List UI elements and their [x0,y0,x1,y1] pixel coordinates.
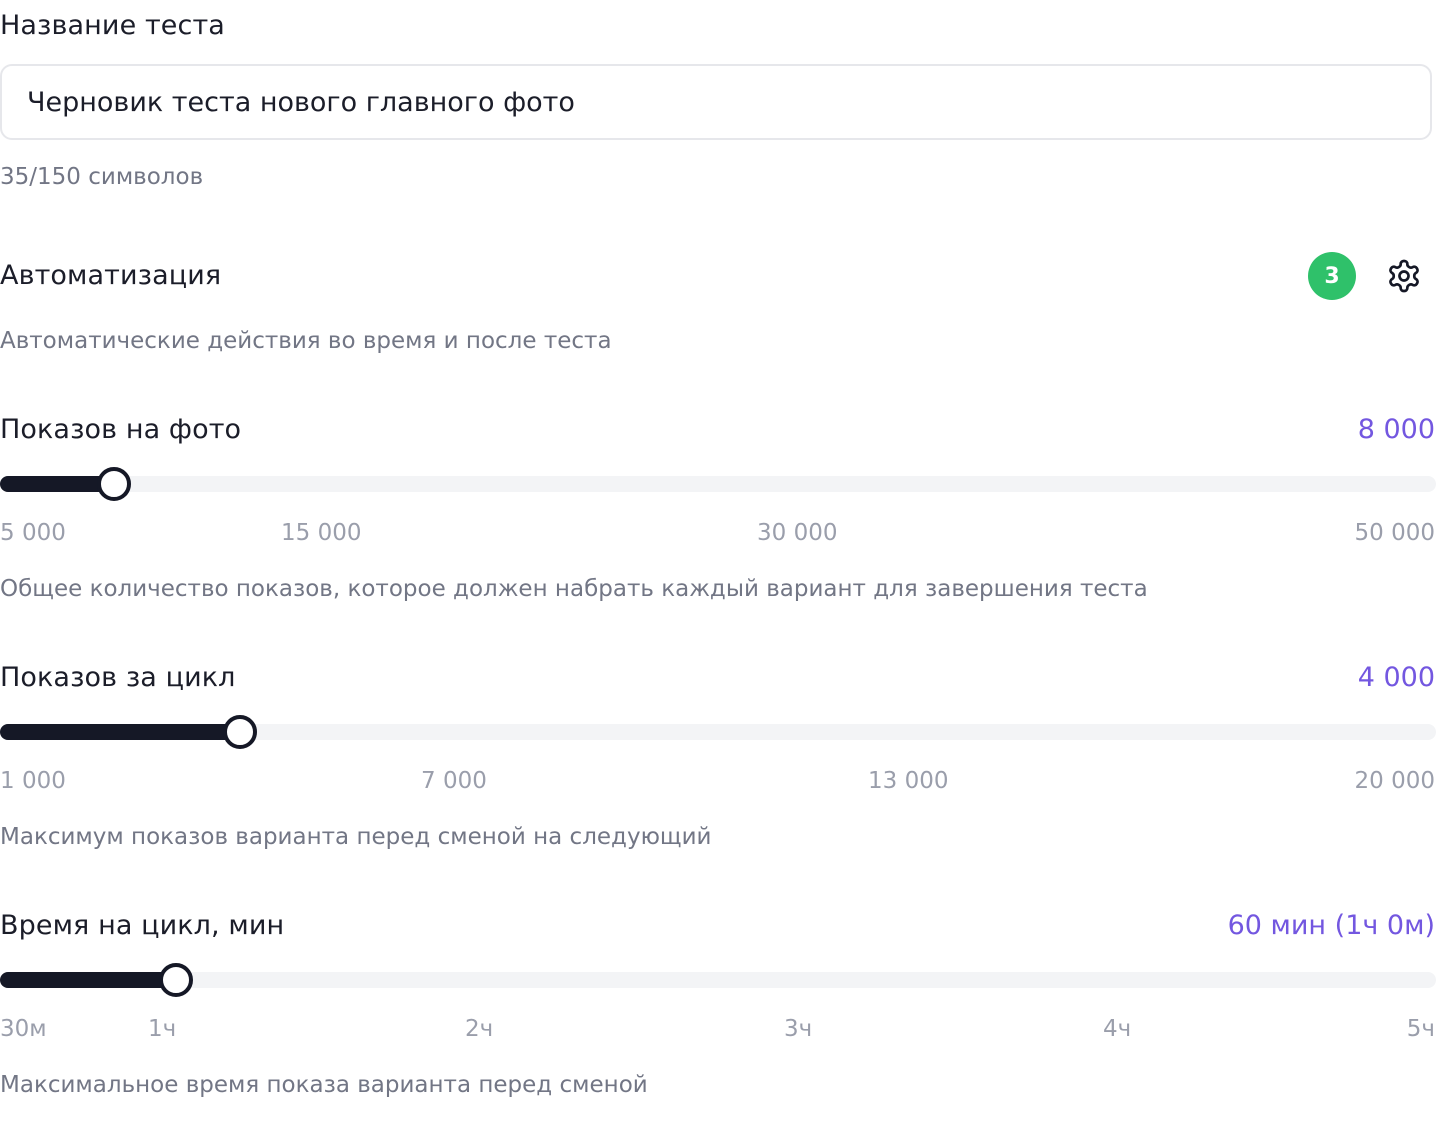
tick-label: 13 000 [868,768,949,794]
automation-title: Автоматизация [0,260,222,291]
test-name-label: Название теста [0,10,225,41]
tick-label: 3ч [784,1016,813,1042]
slider-impressions-per-photo-value: 8 000 [1357,414,1435,445]
slider-time-per-cycle-value: 60 мин (1ч 0м) [1227,910,1435,941]
tick-label: 4ч [1103,1016,1132,1042]
tick-label: 5 000 [0,520,66,546]
slider-impressions-per-photo-label: Показов на фото [0,414,242,445]
tick-label: 15 000 [281,520,362,546]
tick-label: 30 000 [757,520,838,546]
slider-impressions-per-cycle-value: 4 000 [1357,662,1435,693]
automation-count-badge: 3 [1308,252,1356,300]
tick-label: 50 000 [1354,520,1435,546]
slider-impressions-per-photo-description: Общее количество показов, которое должен… [0,576,1148,602]
slider-time-per-cycle-label: Время на цикл, мин [0,910,285,941]
slider-impressions-per-cycle-description: Максимум показов варианта перед сменой н… [0,824,712,850]
tick-label: 20 000 [1354,768,1435,794]
tick-label: 30м [0,1016,47,1042]
tick-label: 1 000 [0,768,66,794]
slider-impressions-per-cycle-label: Показов за цикл [0,662,236,693]
slider-impressions-per-cycle-fill [0,724,240,740]
slider-impressions-per-cycle-thumb[interactable] [223,715,257,749]
slider-time-per-cycle-thumb[interactable] [159,963,193,997]
tick-label: 2ч [465,1016,494,1042]
tick-label: 7 000 [421,768,487,794]
slider-time-per-cycle-description: Максимальное время показа варианта перед… [0,1072,648,1098]
slider-time-per-cycle-track[interactable] [0,972,1436,988]
slider-impressions-per-photo-track[interactable] [0,476,1436,492]
test-name-char-counter: 35/150 символов [0,164,204,190]
settings-gear-icon[interactable] [1386,258,1422,294]
slider-impressions-per-photo-thumb[interactable] [97,467,131,501]
slider-time-per-cycle-fill [0,972,176,988]
tick-label: 1ч [148,1016,177,1042]
automation-description: Автоматические действия во время и после… [0,328,612,354]
test-name-input[interactable] [0,64,1432,140]
tick-label: 5ч [1406,1016,1435,1042]
